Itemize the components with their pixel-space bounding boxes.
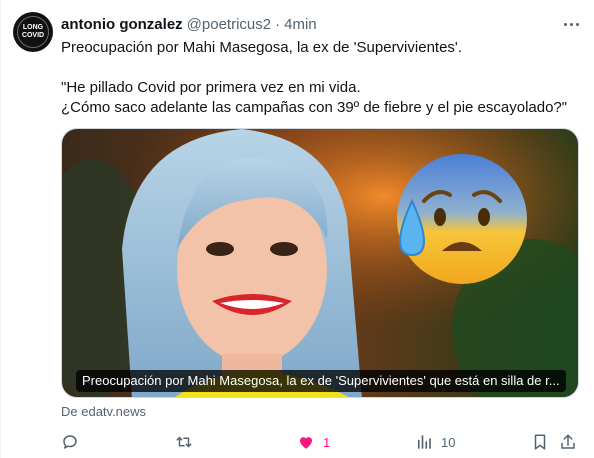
tweet-header: antonio gonzalez @poetricus2 · 4min [61,14,317,34]
avatar-text-top: LONG [22,24,44,31]
link-card[interactable]: Preocupación por Mahi Masegosa, la ex de… [61,128,579,398]
card-source[interactable]: De edatv.news [61,404,146,420]
tweet-text-line-3: ¿Cómo saco adelante las campañas con 39º… [61,99,568,116]
more-icon[interactable] [559,14,583,34]
retweet-button[interactable] [175,430,193,454]
avatar[interactable]: LONG COVID [13,12,53,52]
retweet-icon [176,436,192,448]
share-button[interactable] [559,430,577,454]
bookmark-icon [534,434,546,450]
reply-button[interactable] [61,430,79,454]
views-icon [417,435,431,449]
tweet-text-line-2: "He pillado Covid por primera vez en mi … [61,79,361,96]
bookmark-button[interactable] [531,430,549,454]
like-button[interactable]: 1 [297,430,330,454]
heart-icon [300,437,312,449]
tweet-article[interactable]: LONG COVID antonio gonzalez @poetricus2 … [0,0,594,458]
share-icon [561,434,575,449]
separator-dot: · [275,15,281,33]
reply-icon [63,435,77,449]
card-image [62,129,578,397]
card-caption: Preocupación por Mahi Masegosa, la ex de… [76,370,566,392]
action-bar: 1 10 [61,430,579,454]
views-button[interactable]: 10 [415,430,455,454]
author-name[interactable]: antonio gonzalez [61,16,183,33]
author-handle[interactable]: @poetricus2 [187,16,271,33]
avatar-text-bottom: COVID [21,32,45,39]
like-count: 1 [323,434,331,450]
tweet-time[interactable]: 4min [284,16,317,33]
tweet-text-line-1: Preocupación por Mahi Masegosa, la ex de… [61,39,462,56]
views-count: 10 [441,434,456,450]
